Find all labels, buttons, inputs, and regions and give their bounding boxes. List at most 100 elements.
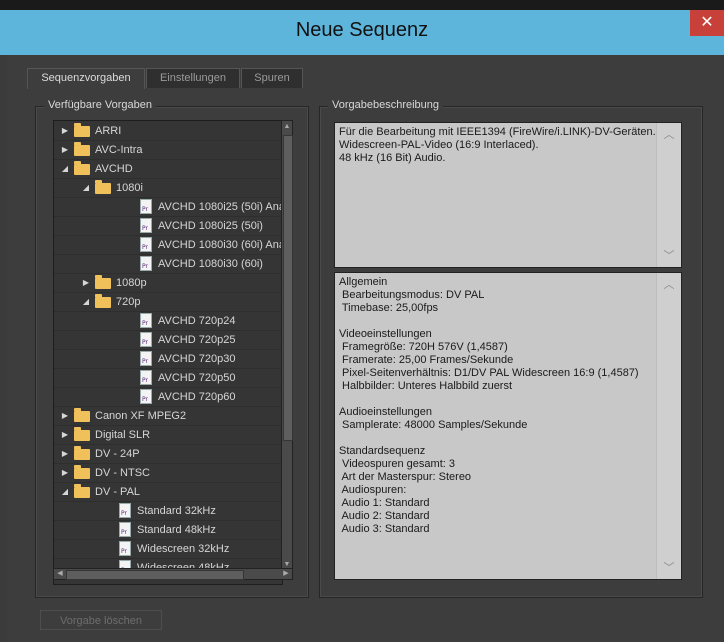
preset-file-icon: [140, 199, 152, 214]
folder-icon: [95, 294, 111, 308]
neue-sequenz-dialog: Neue Sequenz ✕ Sequenzvorgaben Einstellu…: [0, 10, 724, 642]
description-group-title: Vorgabebeschreibung: [328, 99, 444, 111]
folder-icon: [95, 180, 111, 194]
tree-preset-row[interactable]: AVCHD 1080i30 (60i): [54, 255, 282, 274]
tree-item-label: AVC-Intra: [95, 144, 143, 156]
tree-item-label: AVCHD 1080i25 (50i) Anamo: [158, 201, 282, 213]
folder-icon: [74, 446, 90, 460]
tree-folder-row[interactable]: ▶ 1080p: [54, 274, 282, 293]
tree-item-label: AVCHD 720p25: [158, 334, 236, 346]
os-top-strip: [0, 0, 724, 10]
tree-folder-row[interactable]: ◢ 720p: [54, 293, 282, 312]
preset-details-box[interactable]: Allgemein Bearbeitungsmodus: DV PAL Time…: [334, 272, 682, 580]
tree-item-label: AVCHD 720p60: [158, 391, 236, 403]
tree-item-label: Widescreen 32kHz: [137, 543, 230, 555]
tree-preset-row[interactable]: AVCHD 720p25: [54, 331, 282, 350]
tab-spuren[interactable]: Spuren: [241, 68, 303, 88]
tree-item-label: AVCHD 720p24: [158, 315, 236, 327]
preset-file-icon: [119, 541, 131, 556]
expand-arrow-right-icon[interactable]: ▶: [60, 122, 70, 140]
tree-item-label: ARRI: [95, 125, 122, 137]
title-bar[interactable]: Neue Sequenz ✕: [0, 10, 724, 55]
close-button[interactable]: ✕: [690, 10, 724, 36]
preset-file-icon: [140, 370, 152, 385]
delete-preset-button[interactable]: Vorgabe löschen: [40, 610, 162, 630]
expand-arrow-right-icon[interactable]: ▶: [60, 407, 70, 425]
expand-arrow-right-icon[interactable]: ▶: [60, 141, 70, 159]
tab-einstellungen[interactable]: Einstellungen: [146, 68, 240, 88]
tree-folder-row[interactable]: ▶ AVC-Intra: [54, 141, 282, 160]
tree-preset-row[interactable]: AVCHD 1080i25 (50i): [54, 217, 282, 236]
tab-sequenzvorgaben[interactable]: Sequenzvorgaben: [27, 68, 145, 89]
expand-arrow-down-icon[interactable]: ◢: [81, 179, 91, 197]
tree-preset-row[interactable]: AVCHD 1080i30 (60i) Anamo: [54, 236, 282, 255]
tree-item-label: AVCHD 720p30: [158, 353, 236, 365]
folder-icon: [74, 465, 90, 479]
vertical-scroll-thumb[interactable]: [283, 135, 293, 441]
presets-tree[interactable]: ▶ ARRI ▶ AVC-Intra ◢ AVCHD ◢ 1080i AVCHD 1080i25…: [53, 120, 283, 585]
tree-item-label: 1080p: [116, 277, 147, 289]
expand-arrow-down-icon[interactable]: ◢: [81, 293, 91, 311]
tree-folder-row[interactable]: ◢ 1080i: [54, 179, 282, 198]
chevron-down-icon[interactable]: ﹀: [657, 562, 681, 575]
tree-folder-row[interactable]: ▶ Canon XF MPEG2: [54, 407, 282, 426]
tree-item-label: AVCHD 1080i30 (60i): [158, 258, 263, 270]
tree-folder-row[interactable]: ▶ Digital SLR: [54, 426, 282, 445]
folder-icon: [74, 427, 90, 441]
folder-icon: [95, 275, 111, 289]
description-scrollbar[interactable]: ︿ ﹀: [656, 123, 681, 267]
tree-folder-row[interactable]: ◢ AVCHD: [54, 160, 282, 179]
presets-vertical-scrollbar[interactable]: ▲ ▼: [281, 120, 293, 572]
tree-item-label: Standard 48kHz: [137, 524, 216, 536]
preset-file-icon: [140, 332, 152, 347]
expand-arrow-down-icon[interactable]: ◢: [60, 160, 70, 178]
scroll-up-arrow-icon[interactable]: ▲: [282, 122, 292, 132]
tree-item-label: Standard 32kHz: [137, 505, 216, 517]
tree-preset-row[interactable]: Widescreen 32kHz: [54, 540, 282, 559]
preset-description-box[interactable]: Für die Bearbeitung mit IEEE1394 (FireWi…: [334, 122, 682, 268]
chevron-up-icon[interactable]: ︿: [657, 279, 681, 292]
expand-arrow-right-icon[interactable]: ▶: [81, 274, 91, 292]
scroll-right-arrow-icon[interactable]: ▶: [281, 569, 291, 579]
preset-details-text: Allgemein Bearbeitungsmodus: DV PAL Time…: [339, 276, 639, 535]
tree-item-label: AVCHD 720p50: [158, 372, 236, 384]
tree-item-label: 720p: [116, 296, 141, 308]
expand-arrow-right-icon[interactable]: ▶: [60, 464, 70, 482]
preset-file-icon: [140, 237, 152, 252]
preset-file-icon: [119, 522, 131, 537]
tree-preset-row[interactable]: AVCHD 720p24: [54, 312, 282, 331]
details-scrollbar[interactable]: ︿ ﹀: [656, 273, 681, 579]
tree-item-label: DV - PAL: [95, 486, 141, 498]
tree-item-label: AVCHD: [95, 163, 133, 175]
expand-arrow-right-icon[interactable]: ▶: [60, 445, 70, 463]
tree-preset-row[interactable]: AVCHD 720p30: [54, 350, 282, 369]
chevron-up-icon[interactable]: ︿: [657, 129, 681, 142]
preset-file-icon: [140, 389, 152, 404]
tree-item-label: AVCHD 1080i30 (60i) Anamo: [158, 239, 282, 251]
presets-horizontal-scrollbar[interactable]: ◀ ▶: [53, 568, 293, 580]
tree-folder-row[interactable]: ▶ DV - 24P: [54, 445, 282, 464]
scroll-left-arrow-icon[interactable]: ◀: [55, 569, 65, 579]
tree-folder-row[interactable]: ▶ ARRI: [54, 122, 282, 141]
tree-preset-row[interactable]: AVCHD 720p50: [54, 369, 282, 388]
preset-file-icon: [140, 218, 152, 233]
preset-file-icon: [140, 351, 152, 366]
preset-file-icon: [140, 256, 152, 271]
tree-folder-row[interactable]: ◢ DV - PAL: [54, 483, 282, 502]
chevron-down-icon[interactable]: ﹀: [657, 250, 681, 263]
tree-folder-row[interactable]: ▶ DV - NTSC: [54, 464, 282, 483]
folder-icon: [74, 123, 90, 137]
horizontal-scroll-thumb[interactable]: [66, 570, 244, 580]
expand-arrow-down-icon[interactable]: ◢: [60, 483, 70, 501]
expand-arrow-right-icon[interactable]: ▶: [60, 426, 70, 444]
folder-icon: [74, 142, 90, 156]
tree-preset-row[interactable]: Standard 48kHz: [54, 521, 282, 540]
tree-preset-row[interactable]: AVCHD 1080i25 (50i) Anamo: [54, 198, 282, 217]
tree-item-label: Canon XF MPEG2: [95, 410, 187, 422]
preset-file-icon: [119, 503, 131, 518]
tree-preset-row[interactable]: Standard 32kHz: [54, 502, 282, 521]
preset-description-text: Für die Bearbeitung mit IEEE1394 (FireWi…: [339, 126, 656, 164]
presets-group-title: Verfügbare Vorgaben: [44, 99, 156, 111]
tree-preset-row[interactable]: AVCHD 720p60: [54, 388, 282, 407]
tree-item-label: 1080i: [116, 182, 143, 194]
